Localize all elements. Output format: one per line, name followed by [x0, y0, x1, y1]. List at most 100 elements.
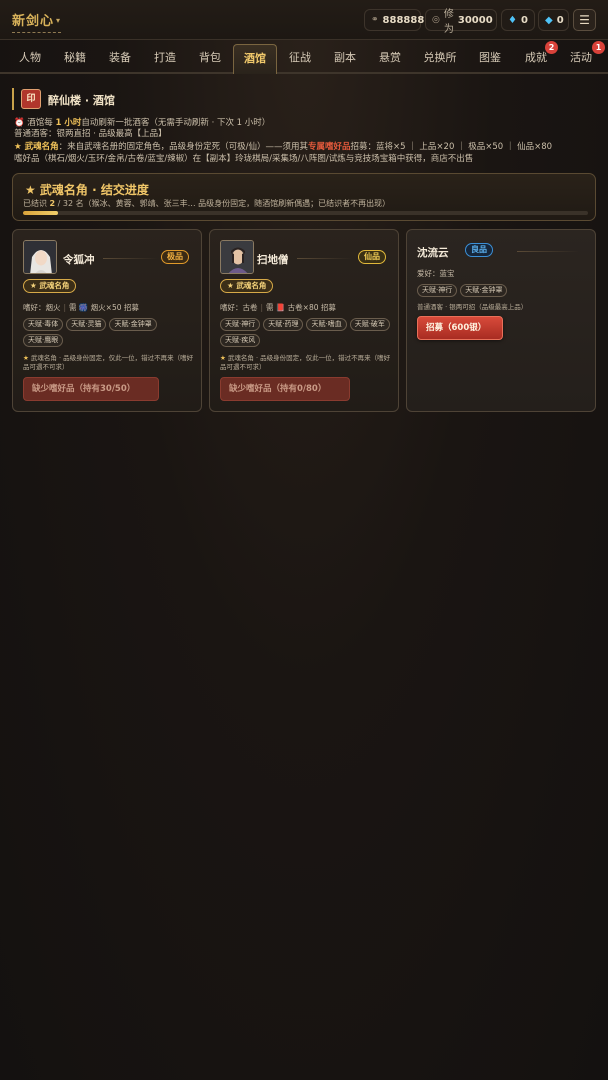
coin-value: 888888 [382, 14, 425, 26]
separator: | [260, 303, 264, 312]
trait-tag: 天赋·灵猫 [66, 318, 107, 331]
hobby-line: 嗜好：古卷 | 需 📕 古卷×80 招募 [220, 302, 336, 313]
avatar [220, 240, 254, 274]
progress-title: ★ 武魂名角 · 结交进度 [25, 183, 149, 197]
recruit-button-disabled[interactable]: 缺少嗜好品（持有0/80） [220, 377, 350, 401]
info-text: 酒馆每 [27, 118, 56, 128]
tab-label: 打造 [154, 51, 176, 64]
famous-role-tag: ★ 武魂名角 [23, 279, 77, 293]
recruit-button[interactable]: 招募（600银） [417, 316, 503, 340]
rarity-badge: 极品 [161, 250, 189, 264]
tab-manuals[interactable]: 秘籍 [55, 44, 95, 74]
card-note: 普通酒客 · 银两可招（品级最高上品） [417, 303, 528, 311]
diamond-resource[interactable]: ♦ 0 [501, 9, 535, 31]
need-item: 烟火×50 招募 [90, 303, 139, 312]
character-name: 沈流云 [417, 247, 449, 259]
progress-text: 已结识 2 / 32 名（猴冰、黄蓉、郭靖、张三丰… 品级身份固定，随酒馆刷新偶… [23, 198, 390, 209]
avatar [23, 240, 57, 274]
tab-label: 副本 [334, 51, 356, 64]
tab-label: 秘籍 [64, 51, 86, 64]
tab-events[interactable]: 活动 1 [561, 41, 605, 74]
cultivation-resource[interactable]: ◎ 修为 30000 [425, 9, 497, 35]
famous-role-tag: ★ 武魂名角 [220, 279, 274, 293]
tab-label: 征战 [289, 51, 311, 64]
tab-label: 活动 [570, 51, 592, 64]
trait-tag: 天赋·金钟罩 [460, 284, 508, 297]
tab-label: 图鉴 [479, 51, 501, 64]
info-famous: ★ 武魂名角：来自武魂名册的固定角色，品级身份定死（可极/仙）——须用其专属嗜好… [14, 142, 598, 153]
tab-exchange[interactable]: 兑换所 [417, 44, 463, 74]
tab-label: 悬赏 [379, 51, 401, 64]
progress-bar [23, 211, 588, 215]
coin-resource[interactable]: ⚭ 888888 [364, 9, 424, 31]
trait-tag: 天赋·药理 [263, 318, 304, 331]
info-text: ：来自武魂名册的固定角色，品级身份定死（可极/仙）——须用其 [58, 142, 308, 152]
chevron-down-icon: ▾ [56, 16, 62, 25]
progress-total: / 32 名（猴冰、黄蓉、郭靖、张三丰… 品级身份固定，随酒馆刷新偶遇；已结识者… [55, 199, 391, 208]
scroll-icon: 📕 [275, 303, 286, 312]
main-tabs: 人物 秘籍 装备 打造 背包 酒馆 征战 副本 悬赏 兑换所 图鉴 成就 2 活… [0, 41, 608, 74]
diamond-icon: ♦ [508, 14, 517, 26]
menu-button[interactable]: ☰ [573, 9, 596, 31]
hobby-label: 嗜好：烟火 [23, 303, 61, 312]
menu-icon: ☰ [579, 13, 590, 27]
character-card: 令狐冲 极品 ★ 武魂名角 嗜好：烟火 | 需 🎆 烟火×50 招募 天赋·毒体 天… [12, 229, 202, 412]
info-refresh: ⏰ 酒馆每 1 小时自动刷新一批酒客（无需手动刷新 · 下次 1 小时） [14, 118, 598, 129]
cultivation-icon: ◎ [432, 15, 440, 25]
trait-list: 天赋·神行 天赋·金钟罩 [417, 284, 589, 297]
note-text: 武魂名角 · 品级身份固定，仅此一位，错过不再来（嗜好品可遇不可求） [220, 354, 391, 371]
coin-icon: ⚭ [371, 15, 379, 25]
divider [517, 251, 579, 252]
tab-achievements[interactable]: 成就 2 [516, 41, 558, 74]
note-text: 武魂名角 · 品级身份固定，仅此一位，错过不再来（嗜好品可遇不可求） [23, 354, 194, 371]
tab-label: 酒馆 [244, 52, 266, 65]
cultivation-label: 修为 [443, 9, 454, 35]
crystal-resource[interactable]: ◆ 0 [538, 9, 569, 31]
trait-tag: 天赋·破军 [349, 318, 390, 331]
firework-icon: 🎆 [78, 303, 89, 312]
info-highlight: 1 小时 [55, 118, 82, 128]
hobby-line: 爱好：蓝宝 [417, 269, 455, 278]
tab-equipment[interactable]: 装备 [100, 44, 140, 74]
character-name: 扫地僧 [257, 254, 289, 266]
notification-badge: 2 [545, 41, 558, 54]
alarm-clock-icon: ⏰ [14, 118, 25, 128]
diamond-value: 0 [520, 14, 528, 26]
info-normal-guest: 普通酒客：银两直招 · 品级最高【上品】 [14, 129, 167, 139]
tab-campaign[interactable]: 征战 [280, 44, 320, 74]
tab-label: 成就 [525, 51, 547, 64]
recruit-button-disabled[interactable]: 缺少嗜好品（持有30/50） [23, 377, 159, 401]
trait-tag: 天赋·神行 [417, 284, 458, 297]
seal-icon: 印 [21, 89, 41, 109]
character-name: 令狐冲 [63, 254, 95, 266]
trait-list: 天赋·毒体 天赋·灵猫 天赋·金钟罩 天赋·鹰眼 [23, 318, 195, 347]
card-note: ★ 武魂名角 · 品级身份固定，仅此一位，错过不再来（嗜好品可遇不可求） [23, 354, 198, 372]
top-bar: 新剑心 ▾ ⚭ 888888 ◎ 修为 30000 ♦ 0 ◆ 0 ☰ [0, 0, 608, 40]
separator: | [63, 303, 67, 312]
trait-tag: 天赋·毒体 [23, 318, 64, 331]
info-highlight-red: 专属嗜好品 [307, 142, 351, 152]
tab-backpack[interactable]: 背包 [190, 44, 230, 74]
divider [103, 258, 158, 259]
tab-codex[interactable]: 图鉴 [470, 44, 510, 74]
hobby-label: 嗜好：古卷 [220, 303, 258, 312]
tab-bounty[interactable]: 悬赏 [370, 44, 410, 74]
trait-tag: 天赋·金钟罩 [109, 318, 157, 331]
crystal-value: 0 [556, 14, 564, 26]
progress-fill [23, 211, 59, 215]
need-label: 需 [266, 303, 274, 312]
hobby-line: 嗜好：烟火 | 需 🎆 烟火×50 招募 [23, 302, 139, 313]
brand-title: 新剑心 [12, 14, 55, 29]
tab-label: 背包 [199, 51, 221, 64]
trait-list: 天赋·神行 天赋·药理 天赋·嗜血 天赋·破军 天赋·疾风 [220, 318, 392, 347]
info-highlight: ★ 武魂名角 [14, 142, 59, 152]
tab-tavern[interactable]: 酒馆 [233, 44, 277, 74]
star-icon: ★ [220, 354, 226, 362]
tab-label: 兑换所 [423, 51, 457, 64]
tab-character[interactable]: 人物 [10, 44, 50, 74]
trait-tag: 天赋·神行 [220, 318, 261, 331]
brand-selector[interactable]: 新剑心 ▾ [12, 10, 62, 33]
cultivation-value: 30000 [457, 14, 493, 26]
tab-forge[interactable]: 打造 [145, 44, 185, 74]
tab-dungeon[interactable]: 副本 [325, 44, 365, 74]
